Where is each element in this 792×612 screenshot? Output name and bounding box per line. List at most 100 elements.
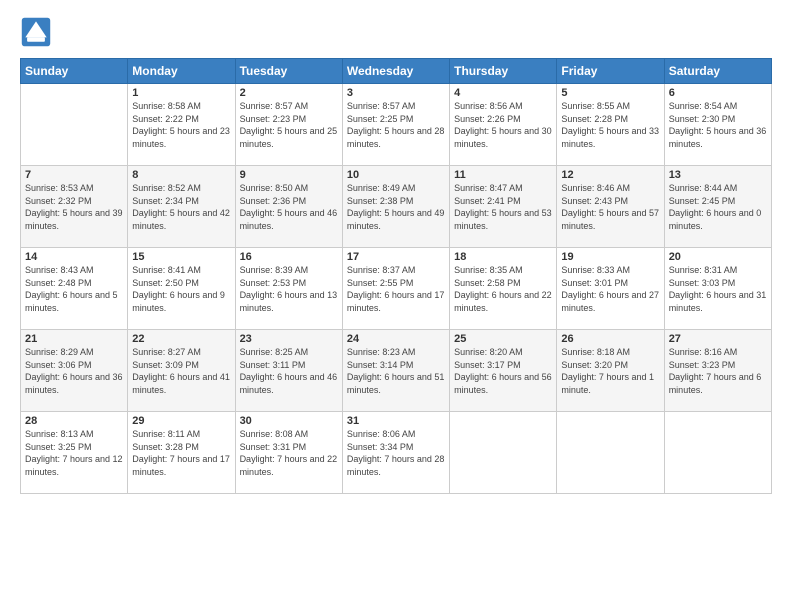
day-number: 13 [669,169,767,181]
calendar-cell: 9Sunrise: 8:50 AMSunset: 2:36 PMDaylight… [235,166,342,248]
cell-info: Sunrise: 8:55 AMSunset: 2:28 PMDaylight:… [561,100,659,150]
day-header-saturday: Saturday [664,59,771,84]
day-header-friday: Friday [557,59,664,84]
cell-info: Sunrise: 8:08 AMSunset: 3:31 PMDaylight:… [240,428,338,478]
day-number: 12 [561,169,659,181]
cell-info: Sunrise: 8:58 AMSunset: 2:22 PMDaylight:… [132,100,230,150]
calendar-cell: 18Sunrise: 8:35 AMSunset: 2:58 PMDayligh… [450,248,557,330]
calendar-cell: 3Sunrise: 8:57 AMSunset: 2:25 PMDaylight… [342,84,449,166]
cell-info: Sunrise: 8:06 AMSunset: 3:34 PMDaylight:… [347,428,445,478]
day-number: 31 [347,415,445,427]
day-number: 7 [25,169,123,181]
cell-info: Sunrise: 8:20 AMSunset: 3:17 PMDaylight:… [454,346,552,396]
day-number: 30 [240,415,338,427]
calendar-cell: 17Sunrise: 8:37 AMSunset: 2:55 PMDayligh… [342,248,449,330]
calendar-cell: 6Sunrise: 8:54 AMSunset: 2:30 PMDaylight… [664,84,771,166]
cell-info: Sunrise: 8:43 AMSunset: 2:48 PMDaylight:… [25,264,123,314]
day-number: 2 [240,87,338,99]
cell-info: Sunrise: 8:31 AMSunset: 3:03 PMDaylight:… [669,264,767,314]
logo [20,16,56,48]
calendar-cell: 27Sunrise: 8:16 AMSunset: 3:23 PMDayligh… [664,330,771,412]
calendar-cell: 15Sunrise: 8:41 AMSunset: 2:50 PMDayligh… [128,248,235,330]
calendar-cell: 7Sunrise: 8:53 AMSunset: 2:32 PMDaylight… [21,166,128,248]
cell-info: Sunrise: 8:49 AMSunset: 2:38 PMDaylight:… [347,182,445,232]
calendar-table: SundayMondayTuesdayWednesdayThursdayFrid… [20,58,772,494]
day-number: 16 [240,251,338,263]
day-number: 6 [669,87,767,99]
cell-info: Sunrise: 8:23 AMSunset: 3:14 PMDaylight:… [347,346,445,396]
calendar-cell: 29Sunrise: 8:11 AMSunset: 3:28 PMDayligh… [128,412,235,494]
cell-info: Sunrise: 8:47 AMSunset: 2:41 PMDaylight:… [454,182,552,232]
day-number: 18 [454,251,552,263]
day-number: 11 [454,169,552,181]
calendar-cell: 25Sunrise: 8:20 AMSunset: 3:17 PMDayligh… [450,330,557,412]
calendar-cell: 28Sunrise: 8:13 AMSunset: 3:25 PMDayligh… [21,412,128,494]
calendar-week-row: 28Sunrise: 8:13 AMSunset: 3:25 PMDayligh… [21,412,772,494]
day-number: 24 [347,333,445,345]
cell-info: Sunrise: 8:27 AMSunset: 3:09 PMDaylight:… [132,346,230,396]
cell-info: Sunrise: 8:11 AMSunset: 3:28 PMDaylight:… [132,428,230,478]
calendar-cell: 16Sunrise: 8:39 AMSunset: 2:53 PMDayligh… [235,248,342,330]
cell-info: Sunrise: 8:57 AMSunset: 2:25 PMDaylight:… [347,100,445,150]
day-number: 21 [25,333,123,345]
day-number: 23 [240,333,338,345]
cell-info: Sunrise: 8:13 AMSunset: 3:25 PMDaylight:… [25,428,123,478]
cell-info: Sunrise: 8:57 AMSunset: 2:23 PMDaylight:… [240,100,338,150]
cell-info: Sunrise: 8:16 AMSunset: 3:23 PMDaylight:… [669,346,767,396]
day-number: 17 [347,251,445,263]
day-number: 20 [669,251,767,263]
day-number: 9 [240,169,338,181]
logo-icon [20,16,52,48]
cell-info: Sunrise: 8:35 AMSunset: 2:58 PMDaylight:… [454,264,552,314]
day-number: 5 [561,87,659,99]
day-header-thursday: Thursday [450,59,557,84]
day-number: 25 [454,333,552,345]
day-header-tuesday: Tuesday [235,59,342,84]
calendar-cell: 19Sunrise: 8:33 AMSunset: 3:01 PMDayligh… [557,248,664,330]
day-number: 14 [25,251,123,263]
cell-info: Sunrise: 8:44 AMSunset: 2:45 PMDaylight:… [669,182,767,232]
calendar-cell: 10Sunrise: 8:49 AMSunset: 2:38 PMDayligh… [342,166,449,248]
calendar-cell [557,412,664,494]
calendar-week-row: 1Sunrise: 8:58 AMSunset: 2:22 PMDaylight… [21,84,772,166]
calendar-week-row: 21Sunrise: 8:29 AMSunset: 3:06 PMDayligh… [21,330,772,412]
day-header-sunday: Sunday [21,59,128,84]
cell-info: Sunrise: 8:56 AMSunset: 2:26 PMDaylight:… [454,100,552,150]
day-number: 27 [669,333,767,345]
calendar-cell: 13Sunrise: 8:44 AMSunset: 2:45 PMDayligh… [664,166,771,248]
calendar-week-row: 14Sunrise: 8:43 AMSunset: 2:48 PMDayligh… [21,248,772,330]
cell-info: Sunrise: 8:52 AMSunset: 2:34 PMDaylight:… [132,182,230,232]
cell-info: Sunrise: 8:25 AMSunset: 3:11 PMDaylight:… [240,346,338,396]
day-number: 28 [25,415,123,427]
calendar-cell: 20Sunrise: 8:31 AMSunset: 3:03 PMDayligh… [664,248,771,330]
day-number: 3 [347,87,445,99]
day-number: 1 [132,87,230,99]
calendar-cell: 23Sunrise: 8:25 AMSunset: 3:11 PMDayligh… [235,330,342,412]
cell-info: Sunrise: 8:50 AMSunset: 2:36 PMDaylight:… [240,182,338,232]
calendar-cell: 4Sunrise: 8:56 AMSunset: 2:26 PMDaylight… [450,84,557,166]
calendar-cell: 26Sunrise: 8:18 AMSunset: 3:20 PMDayligh… [557,330,664,412]
calendar-cell: 21Sunrise: 8:29 AMSunset: 3:06 PMDayligh… [21,330,128,412]
calendar-cell [21,84,128,166]
page-header [20,16,772,48]
calendar-cell: 8Sunrise: 8:52 AMSunset: 2:34 PMDaylight… [128,166,235,248]
day-number: 4 [454,87,552,99]
cell-info: Sunrise: 8:46 AMSunset: 2:43 PMDaylight:… [561,182,659,232]
cell-info: Sunrise: 8:33 AMSunset: 3:01 PMDaylight:… [561,264,659,314]
day-header-monday: Monday [128,59,235,84]
calendar-header-row: SundayMondayTuesdayWednesdayThursdayFrid… [21,59,772,84]
calendar-cell: 5Sunrise: 8:55 AMSunset: 2:28 PMDaylight… [557,84,664,166]
cell-info: Sunrise: 8:37 AMSunset: 2:55 PMDaylight:… [347,264,445,314]
calendar-cell: 30Sunrise: 8:08 AMSunset: 3:31 PMDayligh… [235,412,342,494]
day-number: 15 [132,251,230,263]
cell-info: Sunrise: 8:29 AMSunset: 3:06 PMDaylight:… [25,346,123,396]
calendar-week-row: 7Sunrise: 8:53 AMSunset: 2:32 PMDaylight… [21,166,772,248]
calendar-cell: 2Sunrise: 8:57 AMSunset: 2:23 PMDaylight… [235,84,342,166]
calendar-cell: 24Sunrise: 8:23 AMSunset: 3:14 PMDayligh… [342,330,449,412]
calendar-cell: 11Sunrise: 8:47 AMSunset: 2:41 PMDayligh… [450,166,557,248]
calendar-cell: 22Sunrise: 8:27 AMSunset: 3:09 PMDayligh… [128,330,235,412]
day-number: 26 [561,333,659,345]
cell-info: Sunrise: 8:54 AMSunset: 2:30 PMDaylight:… [669,100,767,150]
calendar-cell [450,412,557,494]
day-number: 10 [347,169,445,181]
